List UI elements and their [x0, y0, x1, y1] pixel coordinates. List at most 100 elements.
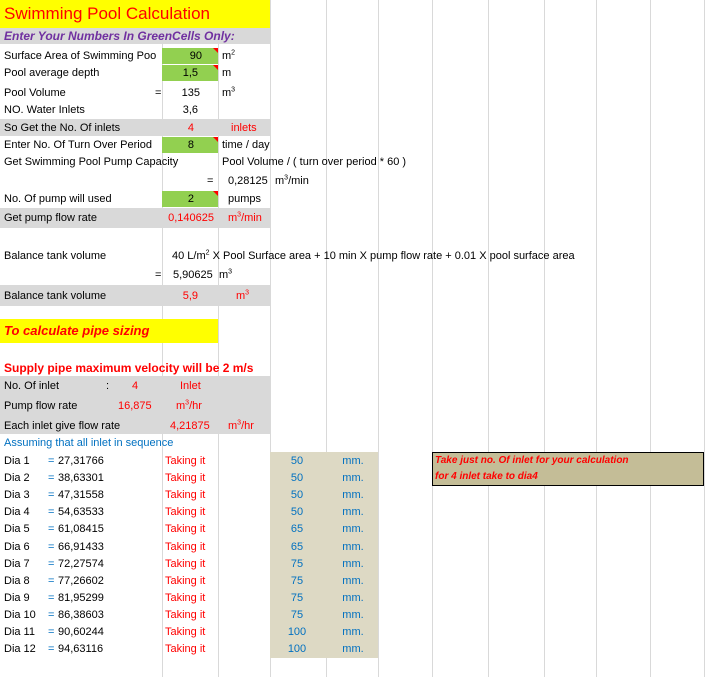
balance2-label: Balance tank volume — [4, 290, 107, 302]
dia-size: 50 — [290, 455, 304, 467]
dia-calc: 81,95299 — [58, 592, 104, 604]
dia-calc: 66,91433 — [58, 541, 104, 553]
inlets-label: NO. Water Inlets — [4, 104, 85, 116]
dia-taking: Taking it — [165, 592, 206, 604]
dia-name: Dia 6 — [4, 541, 30, 553]
dia-calc: 27,31766 — [58, 455, 104, 467]
pumps-unit: pumps — [228, 193, 262, 205]
dia-calc: 94,63116 — [58, 643, 104, 655]
supply-pump-value: 16,875 — [118, 400, 152, 412]
balance-calc: 5,90625 — [173, 269, 213, 281]
dia-unit: mm. — [342, 558, 364, 570]
get-inlets-label: So Get the No. Of inlets — [4, 122, 121, 134]
dia-taking: Taking it — [165, 575, 206, 587]
supply-inlet-colon: : — [106, 380, 110, 392]
gridline — [544, 0, 545, 677]
pump-cap-label: Get Swimming Pool Pump Capacity — [4, 156, 179, 168]
supply-inlet-label: No. Of inlet — [4, 380, 60, 392]
pipe-title: To calculate pipe sizing — [4, 323, 150, 338]
balance2-value: 5,9 — [182, 290, 198, 302]
turnover-label: Enter No. Of Turn Over Period — [4, 139, 152, 151]
dia-name: Dia 11 — [4, 626, 35, 638]
dia-name: Dia 5 — [4, 523, 30, 535]
pumps-input[interactable]: 2 — [162, 191, 194, 207]
flow-label: Get pump flow rate — [4, 212, 97, 224]
surface-input[interactable]: 90 — [162, 48, 202, 64]
dia-size: 100 — [287, 626, 307, 638]
gridline — [704, 0, 705, 677]
dia-calc: 38,63301 — [58, 472, 104, 484]
get-inlets-unit: inlets — [231, 122, 257, 134]
depth-label: Pool average depth — [4, 67, 100, 79]
gridline — [432, 0, 433, 677]
turnover-input[interactable]: 8 — [162, 137, 194, 153]
dia-unit: mm. — [342, 472, 364, 484]
dia-eq: = — [48, 489, 55, 501]
dia-taking: Taking it — [165, 472, 206, 484]
dia-eq: = — [48, 558, 55, 570]
get-inlets-value: 4 — [187, 122, 194, 134]
dia-taking: Taking it — [165, 626, 206, 638]
supply-assume: Assuming that all inlet in sequence — [4, 437, 174, 449]
dia-size: 50 — [290, 472, 304, 484]
supply-pump-unit: m3/hr — [176, 399, 202, 412]
supply-each-value: 4,21875 — [170, 420, 210, 432]
gridline — [650, 0, 651, 677]
gridline — [218, 0, 219, 677]
dia-size: 50 — [290, 506, 304, 518]
dia-unit: mm. — [342, 541, 364, 553]
dia-eq: = — [48, 609, 55, 621]
dia-name: Dia 12 — [4, 643, 36, 655]
supply-inlet-value: 4 — [132, 380, 139, 392]
flow-value: 0,140625 — [168, 212, 214, 224]
dia-name: Dia 2 — [4, 472, 30, 484]
dia-unit: mm. — [342, 609, 364, 621]
comment-marker — [213, 65, 218, 70]
dia-eq: = — [48, 455, 55, 467]
dia-name: Dia 7 — [4, 558, 30, 570]
dia-unit: mm. — [342, 643, 364, 655]
gridline — [378, 0, 379, 677]
sheet-subtitle: Enter Your Numbers In GreenCells Only: — [4, 29, 235, 43]
note-line-2: for 4 inlet take to dia4 — [435, 471, 538, 482]
dia-eq: = — [48, 541, 55, 553]
dia-eq: = — [48, 592, 55, 604]
dia-unit: mm. — [342, 592, 364, 604]
dia-calc: 90,60244 — [58, 626, 104, 638]
dia-taking: Taking it — [165, 455, 206, 467]
dia-taking: Taking it — [165, 609, 206, 621]
dia-size: 75 — [290, 575, 304, 587]
balance-formula: 40 L/m2 X Pool Surface area + 10 min X p… — [172, 249, 575, 262]
dia-eq: = — [48, 472, 55, 484]
supply-pump-label: Pump flow rate — [4, 400, 78, 412]
supply-title: Supply pipe maximum velocity will be 2 m… — [4, 361, 254, 375]
dia-unit: mm. — [342, 506, 364, 518]
note-line-1: Take just no. Of inlet for your calculat… — [435, 455, 629, 466]
dia-unit: mm. — [342, 489, 364, 501]
dia-size: 75 — [290, 592, 304, 604]
depth-unit: m — [222, 67, 232, 79]
dia-name: Dia 4 — [4, 506, 30, 518]
dia-calc: 54,63533 — [58, 506, 104, 518]
balance2-unit: m3 — [236, 289, 250, 302]
dia-name: Dia 8 — [4, 575, 30, 587]
dia-taking: Taking it — [165, 506, 206, 518]
dia-size: 75 — [290, 558, 304, 570]
pumps-label: No. Of pump will used — [4, 193, 112, 205]
dia-calc: 61,08415 — [58, 523, 104, 535]
balance-calc-unit: m3 — [219, 268, 233, 281]
dia-taking: Taking it — [165, 558, 206, 570]
dia-taking: Taking it — [165, 523, 206, 535]
dia-taking: Taking it — [165, 541, 206, 553]
inlets-value: 3,6 — [182, 104, 198, 116]
dia-name: Dia 1 — [4, 455, 30, 467]
dia-calc: 86,38603 — [58, 609, 104, 621]
dia-unit: mm. — [342, 626, 364, 638]
comment-marker — [213, 137, 218, 142]
dia-eq: = — [48, 575, 55, 587]
balance-eq: = — [155, 269, 162, 281]
dia-calc: 47,31558 — [58, 489, 104, 501]
dia-name: Dia 10 — [4, 609, 36, 621]
surface-label: Surface Area of Swimming Poo — [4, 50, 157, 62]
depth-input[interactable]: 1,5 — [162, 65, 198, 81]
